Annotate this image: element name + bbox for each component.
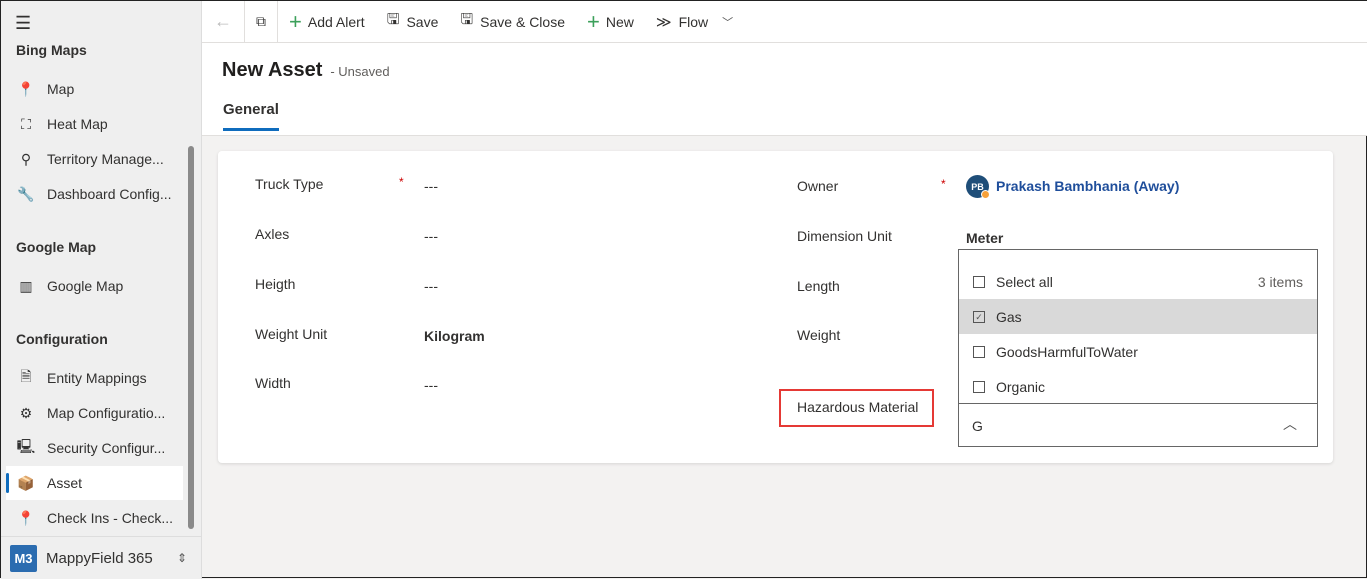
hazardous-material-dropdown: Select all 3 items ✓ Gas GoodsHarmfulToWat… <box>958 249 1318 447</box>
truck-type-label: Truck Type <box>255 176 324 192</box>
form-header: New Asset - Unsaved General <box>202 43 1367 136</box>
sidebar-item-territory[interactable]: ⚲ Territory Manage... <box>6 142 183 176</box>
heat-map-icon: ⛶ <box>21 115 31 132</box>
label: GoodsHarmfulToWater <box>996 343 1138 360</box>
required-marker: * <box>941 177 946 191</box>
height-label: Heigth <box>255 276 296 292</box>
label: Add Alert <box>307 13 365 30</box>
sidebar-item-security-configuration[interactable]: 🖳 Security Configur... <box>6 431 183 465</box>
label: Save & Close <box>480 13 565 30</box>
label: Organic <box>996 378 1046 395</box>
width-label: Width <box>255 375 291 391</box>
label: Entity Mappings <box>47 370 147 386</box>
label: Asset <box>47 475 83 491</box>
section-configuration: Configuration <box>16 331 108 347</box>
sidebar-item-check-ins[interactable]: 📍 Check Ins - Check... <box>6 501 183 535</box>
section-bing-maps: Bing Maps <box>16 42 87 58</box>
sidebar-item-entity-mappings[interactable]: 🗎 Entity Mappings <box>6 361 183 395</box>
page-title: New Asset <box>222 59 323 81</box>
sidebar-item-map-configuration[interactable]: ⚙ Map Configuratio... <box>6 396 183 430</box>
territory-icon: ⚲ <box>20 150 32 167</box>
axles-field[interactable]: --- <box>424 228 438 244</box>
label: Map <box>47 81 75 97</box>
label: Security Configur... <box>47 440 166 456</box>
sidebar-item-heat-map[interactable]: ⛶ Heat Map <box>6 107 183 141</box>
tab-general[interactable]: General <box>223 101 279 131</box>
command-bar: ← ⧉ + Add Alert 🖫 Save 🖫 Save & Close + New … <box>202 0 1367 43</box>
plus-icon: + <box>289 8 302 34</box>
label: Territory Manage... <box>47 151 164 167</box>
save-icon: 🖫 <box>386 11 400 28</box>
save-close-button[interactable]: 🖫 Save & Close <box>449 1 576 43</box>
label: New <box>605 13 634 30</box>
app-name: MappyField 365 <box>46 549 153 567</box>
chevron-up-icon[interactable]: ︿ <box>1283 414 1297 434</box>
label: Heat Map <box>47 116 108 132</box>
app-switcher[interactable]: M3 MappyField 365 ⇕ <box>1 536 201 579</box>
length-label: Length <box>797 278 840 294</box>
checkbox[interactable] <box>973 345 985 358</box>
section-google-map: Google Map <box>16 239 97 255</box>
label: Google Map <box>47 278 124 294</box>
weight-unit-label: Weight Unit <box>255 326 328 342</box>
select-all-option[interactable]: Select all 3 items <box>959 264 1317 299</box>
sidebar-item-asset[interactable]: 📦 Asset <box>6 466 183 500</box>
label: Check Ins - Check... <box>47 510 174 526</box>
hazardous-material-label: Hazardous Material <box>797 399 919 415</box>
checkbox[interactable] <box>973 380 985 393</box>
away-status-icon <box>981 190 990 199</box>
label: Gas <box>996 308 1022 325</box>
save-status: - Unsaved <box>330 64 390 79</box>
check-in-pin-icon: 📍 <box>17 509 35 526</box>
search-input[interactable]: G <box>972 418 983 434</box>
checkbox[interactable] <box>973 275 985 288</box>
weight-label: Weight <box>797 327 841 343</box>
axles-label: Axles <box>255 226 290 242</box>
checkbox-checked[interactable]: ✓ <box>973 310 985 323</box>
sidebar-item-google-map[interactable]: ▥ Google Map <box>6 269 183 303</box>
hamburger-menu-icon[interactable]: ☰ <box>15 13 31 34</box>
dimension-unit-field[interactable]: Meter <box>966 230 1003 246</box>
chevron-down-icon: ﹀ <box>722 16 734 29</box>
label: Flow <box>678 13 709 30</box>
option-gas[interactable]: ✓ Gas <box>959 299 1317 334</box>
gear-icon: ⚙ <box>19 404 33 421</box>
owner-link[interactable]: Prakash Bambhania (Away) <box>996 178 1179 194</box>
owner-label: Owner <box>797 178 839 194</box>
wrench-icon: 🔧 <box>17 185 35 202</box>
plus-icon: + <box>587 8 600 34</box>
flow-button[interactable]: ≫ Flow ﹀ <box>645 1 744 43</box>
app-badge: M3 <box>10 544 37 572</box>
height-field[interactable]: --- <box>424 278 438 294</box>
width-field[interactable]: --- <box>424 377 438 393</box>
save-close-icon: 🖫 <box>460 11 474 28</box>
document-icon: 🗎 <box>20 368 32 384</box>
option-organic[interactable]: Organic <box>959 369 1317 404</box>
security-icon: 🖳 <box>16 438 36 454</box>
label: Dashboard Config... <box>47 186 172 202</box>
back-arrow-icon[interactable]: ← <box>202 1 244 43</box>
weight-unit-field[interactable]: Kilogram <box>424 328 485 344</box>
save-button[interactable]: 🖫 Save <box>376 1 450 43</box>
sidebar: ☰ Bing Maps 📍 Map ⛶ Heat Map ⚲ Territory Ma… <box>1 1 202 579</box>
map-pin-icon: 📍 <box>17 80 35 97</box>
label: Map Configuratio... <box>47 405 166 421</box>
flow-icon: ≫ <box>655 13 672 31</box>
required-marker: * <box>399 175 404 189</box>
label: Save <box>406 13 439 30</box>
open-new-window-icon[interactable]: ⧉ <box>245 1 277 43</box>
add-alert-button[interactable]: + Add Alert <box>278 1 376 43</box>
sidebar-item-map[interactable]: 📍 Map <box>6 72 183 106</box>
sidebar-scrollbar[interactable] <box>188 146 194 529</box>
map-icon: ▥ <box>19 277 33 294</box>
chevron-up-down-icon: ⇕ <box>176 551 187 565</box>
sidebar-item-dashboard-config[interactable]: 🔧 Dashboard Config... <box>6 177 183 211</box>
label: Select all <box>996 273 1053 290</box>
dimension-unit-label: Dimension Unit <box>797 228 892 244</box>
new-button[interactable]: + New <box>576 1 645 43</box>
truck-type-field[interactable]: --- <box>424 178 438 194</box>
option-goods-harmful-to-water[interactable]: GoodsHarmfulToWater <box>959 334 1317 369</box>
asset-box-icon: 📦 <box>17 474 35 491</box>
item-count: 3 items <box>1257 273 1303 290</box>
